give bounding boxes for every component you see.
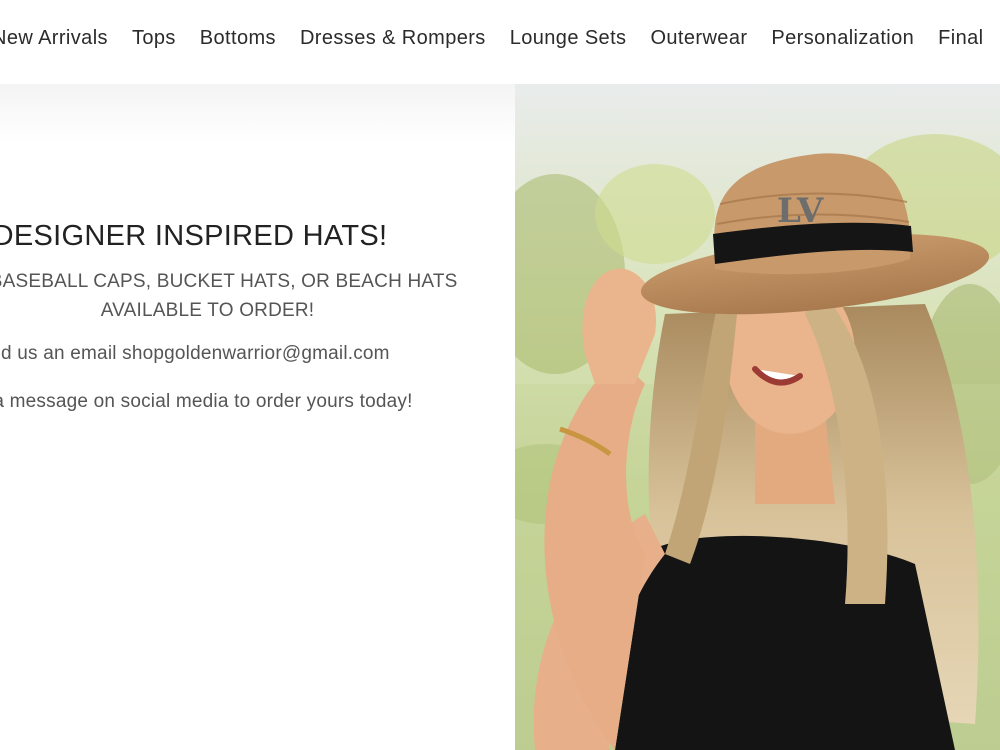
nav-item-lounge-sets[interactable]: Lounge Sets <box>510 27 627 50</box>
nav-item-final[interactable]: Final <box>938 27 983 50</box>
promo-content: DESIGNER INSPIRED HATS! ED BASEBALL CAPS… <box>0 220 500 439</box>
header-shadow <box>0 84 515 144</box>
promo-panel: DESIGNER INSPIRED HATS! ED BASEBALL CAPS… <box>0 84 515 750</box>
promo-subtitle: ED BASEBALL CAPS, BUCKET HATS, OR BEACH … <box>0 271 458 321</box>
nav-item-personalization[interactable]: Personalization <box>771 27 914 50</box>
nav-item-new-arrivals[interactable]: New Arrivals <box>0 27 108 50</box>
top-navigation: New Arrivals Tops Bottoms Dresses & Romp… <box>0 0 1000 84</box>
nav-item-dresses-rompers[interactable]: Dresses & Rompers <box>300 27 486 50</box>
woman-in-straw-hat-image: LV <box>515 84 1000 750</box>
nav-item-tops[interactable]: Tops <box>132 27 176 50</box>
nav-item-bottoms[interactable]: Bottoms <box>200 27 276 50</box>
promo-social-line: us a message on social media to order yo… <box>0 391 413 412</box>
promo-title: DESIGNER INSPIRED HATS! <box>0 220 388 252</box>
page: New Arrivals Tops Bottoms Dresses & Romp… <box>0 0 1000 750</box>
nav-list: New Arrivals Tops Bottoms Dresses & Romp… <box>0 27 1000 50</box>
nav-item-outerwear[interactable]: Outerwear <box>650 27 747 50</box>
svg-text:LV: LV <box>777 191 824 231</box>
hero-photo: LV <box>515 84 1000 750</box>
promo-email-line[interactable]: nd us an email shopgoldenwarrior@gmail.c… <box>0 343 500 365</box>
